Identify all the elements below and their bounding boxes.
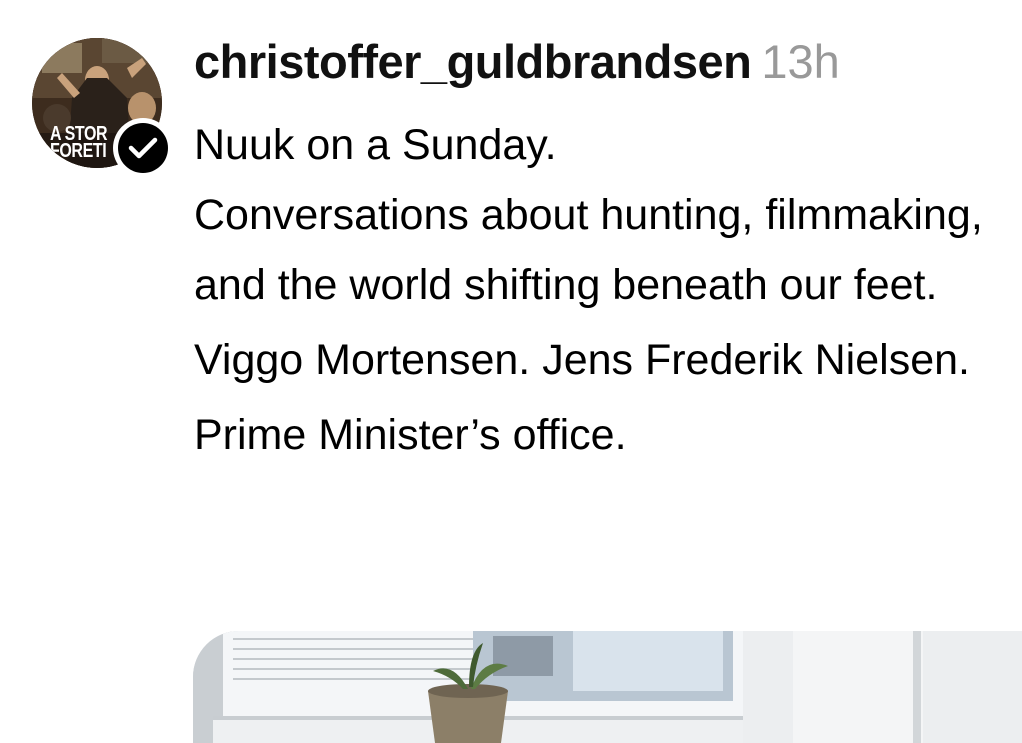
- post-photo[interactable]: [193, 631, 1022, 743]
- checkmark-icon: [128, 137, 158, 159]
- username-link[interactable]: christoffer_guldbrandsen: [194, 35, 752, 88]
- caption-line: Prime Minister’s office.: [194, 411, 627, 459]
- post-caption: Nuuk on a Sunday. Conversations about hu…: [194, 110, 994, 475]
- caption-line: Viggo Mortensen. Jens Frederik Nielsen.: [194, 336, 970, 384]
- thread-post: A STOR FORETI christoffer_guldbrandsen 13h…: [0, 0, 1022, 743]
- verified-badge: [113, 118, 173, 178]
- post-timestamp[interactable]: 13h: [761, 35, 839, 88]
- caption-line: Nuuk on a Sunday.: [194, 121, 557, 169]
- avatar-logo-text: A STOR FORETI: [50, 123, 108, 162]
- post-header: christoffer_guldbrandsen 13h: [194, 34, 840, 90]
- caption-line: Conversations about hunting, filmmaking,…: [194, 191, 983, 309]
- window-with-plant-photo: [193, 631, 1022, 743]
